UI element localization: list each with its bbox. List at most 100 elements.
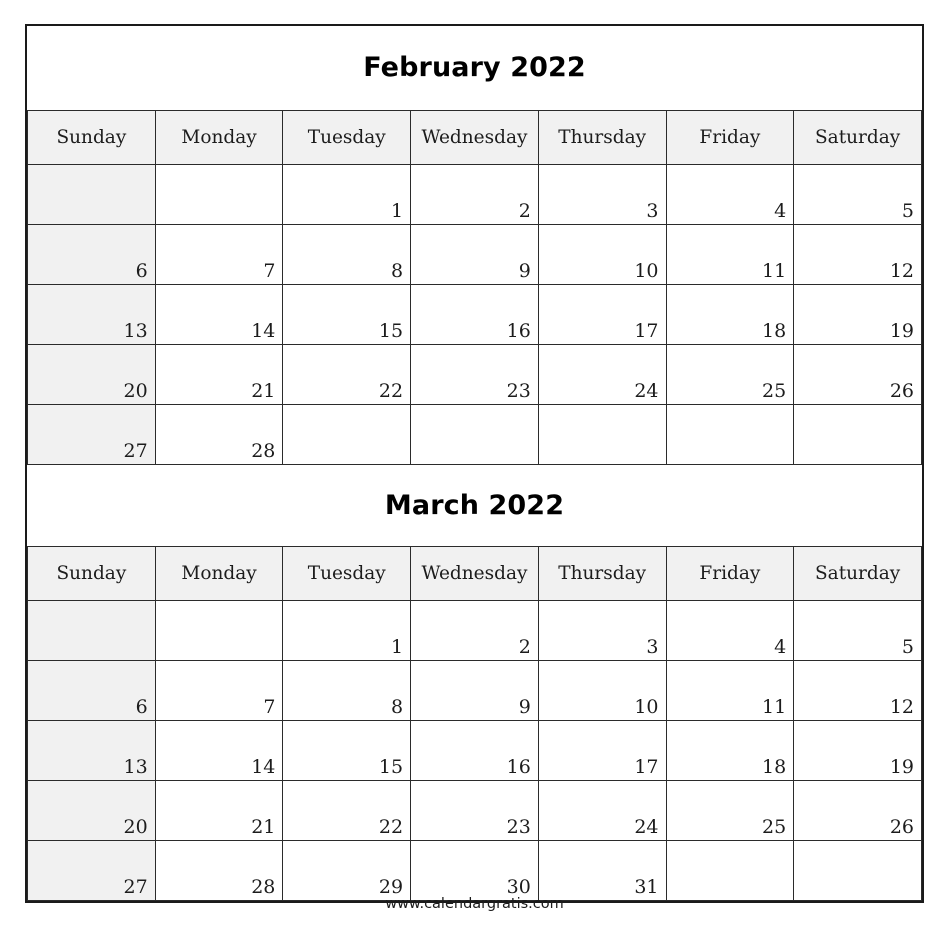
date-cell[interactable]: 8 [282,223,412,285]
date-number: 11 [762,259,787,282]
date-cell-empty[interactable] [793,839,922,901]
date-number: 26 [889,379,914,402]
date-cell[interactable]: 30 [410,839,539,901]
date-cell[interactable]: 28 [154,403,284,465]
date-number: 26 [889,815,914,838]
weekday-label: Thursday [558,126,647,148]
date-cell-empty[interactable] [410,403,539,465]
date-cell[interactable]: 5 [793,599,922,661]
date-cell[interactable]: 11 [665,223,795,285]
date-cell[interactable]: 7 [154,659,284,721]
weekday-label: Tuesday [307,562,386,584]
date-cell[interactable]: 2 [410,599,539,661]
date-cell[interactable]: 4 [665,599,795,661]
date-cell[interactable]: 22 [282,779,412,841]
date-cell[interactable]: 3 [537,163,667,225]
date-cell-empty[interactable] [282,403,412,465]
date-number: 14 [251,755,276,778]
date-cell[interactable]: 21 [154,779,284,841]
date-cell[interactable]: 24 [537,779,667,841]
date-cell[interactable]: 31 [537,839,667,901]
date-cell[interactable]: 13 [27,283,156,345]
date-cell[interactable]: 9 [410,659,539,721]
date-number: 21 [251,815,276,838]
date-cell-empty[interactable] [665,839,795,901]
date-cell-empty[interactable] [537,403,667,465]
date-cell[interactable]: 25 [665,779,795,841]
date-cell[interactable]: 8 [282,659,412,721]
weekday-label: Thursday [558,562,647,584]
week-row: 27 28 29 30 31 [27,839,922,901]
date-cell-empty[interactable] [27,599,156,661]
date-cell-empty[interactable] [154,599,284,661]
date-number: 18 [762,755,787,778]
date-cell[interactable]: 3 [537,599,667,661]
date-cell[interactable]: 25 [665,343,795,405]
date-cell[interactable]: 23 [410,343,539,405]
weekday-header-tuesday: Tuesday [282,109,412,165]
date-cell[interactable]: 22 [282,343,412,405]
date-cell[interactable]: 20 [27,343,156,405]
date-cell[interactable]: 18 [665,719,795,781]
week-row: 27 28 [27,403,922,465]
date-cell[interactable]: 10 [537,223,667,285]
date-cell[interactable]: 14 [154,283,284,345]
date-cell[interactable]: 9 [410,223,539,285]
date-cell[interactable]: 23 [410,779,539,841]
date-cell[interactable]: 26 [793,779,922,841]
date-cell[interactable]: 2 [410,163,539,225]
date-number: 16 [506,319,531,342]
date-number: 8 [391,259,404,282]
date-cell[interactable]: 27 [27,403,156,465]
date-number: 22 [378,379,404,402]
weekday-header-monday: Monday [154,109,284,165]
date-cell[interactable]: 28 [154,839,284,901]
date-cell[interactable]: 20 [27,779,156,841]
date-cell[interactable]: 18 [665,283,795,345]
date-cell[interactable]: 7 [154,223,284,285]
weekday-header-sunday: Sunday [27,109,156,165]
date-cell-empty[interactable] [27,163,156,225]
date-cell-empty[interactable] [154,163,284,225]
date-cell[interactable]: 14 [154,719,284,781]
date-cell[interactable]: 1 [282,599,412,661]
date-cell[interactable]: 12 [793,659,922,721]
date-cell[interactable]: 5 [793,163,922,225]
date-cell[interactable]: 26 [793,343,922,405]
date-cell[interactable]: 29 [282,839,412,901]
date-cell[interactable]: 11 [665,659,795,721]
weekday-label: Monday [181,126,257,148]
weekday-header-row: Sunday Monday Tuesday Wednesday Thursday Frid… [27,109,922,165]
date-cell[interactable]: 15 [282,283,412,345]
date-cell[interactable]: 17 [537,719,667,781]
week-row: 1 2 3 4 5 [27,163,922,225]
date-number: 3 [646,199,659,222]
date-cell[interactable]: 13 [27,719,156,781]
date-cell[interactable]: 4 [665,163,795,225]
date-cell[interactable]: 19 [793,283,922,345]
date-cell[interactable]: 27 [27,839,156,901]
date-cell[interactable]: 24 [537,343,667,405]
date-cell[interactable]: 16 [410,719,539,781]
date-number: 6 [135,259,148,282]
date-cell[interactable]: 16 [410,283,539,345]
date-cell[interactable]: 19 [793,719,922,781]
date-cell[interactable]: 21 [154,343,284,405]
date-cell-empty[interactable] [793,403,922,465]
date-cell[interactable]: 10 [537,659,667,721]
date-cell[interactable]: 1 [282,163,412,225]
date-number: 1 [391,199,404,222]
date-cell[interactable]: 6 [27,659,156,721]
date-cell[interactable]: 17 [537,283,667,345]
date-cell[interactable]: 6 [27,223,156,285]
date-number: 25 [762,379,787,402]
weekday-header-wednesday: Wednesday [410,545,539,601]
date-cell-empty[interactable] [665,403,795,465]
weekday-header-thursday: Thursday [537,109,667,165]
date-number: 15 [378,319,404,342]
weekday-header-friday: Friday [665,545,795,601]
date-cell[interactable]: 15 [282,719,412,781]
date-cell[interactable]: 12 [793,223,922,285]
date-number: 19 [889,319,914,342]
weekday-label: Friday [699,562,761,584]
